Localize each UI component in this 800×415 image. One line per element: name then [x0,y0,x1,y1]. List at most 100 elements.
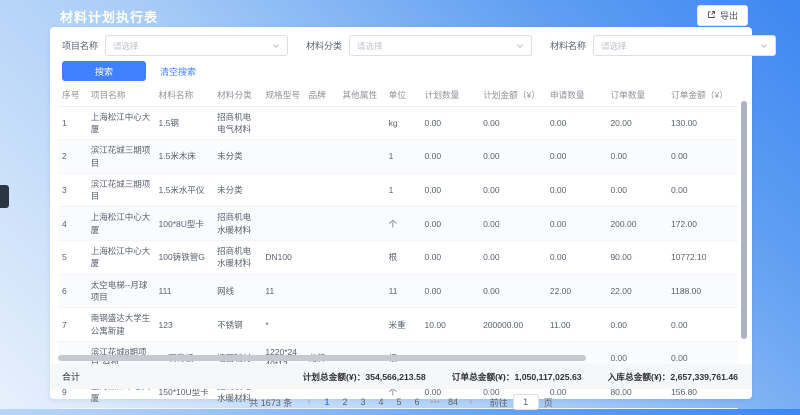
table-cell: 0.00 [479,241,546,275]
pagination-prev-arrow[interactable]: ‹ [304,397,314,408]
chevron-down-icon [760,37,768,55]
table-cell: 未分类 [213,140,261,174]
planned-total-amount: 计划总金额(¥)：354,566,213.58 [303,370,426,383]
table-cell: 0.00 [546,241,607,275]
pagination-page[interactable]: 84 [446,396,460,408]
chevron-down-icon [516,37,524,55]
export-icon [707,10,716,21]
filter-material-category-label: 材料分类 [306,39,342,52]
table-cell: 未分类 [213,173,261,207]
table-cell: 0.00 [546,106,607,140]
table-cell: 11 [385,274,421,308]
table-cell: 0.00 [546,207,607,241]
table-cell: 11.00 [546,308,607,342]
table-cell: 网线 [213,274,261,308]
table-cell: 南钢盛达大学生公寓新建 [87,308,155,342]
page-title: 材料计划执行表 [60,7,158,26]
table-cell: DN100 [261,241,304,275]
table-cell: 招商机电 水暖材料 [213,207,261,241]
vertical-scrollbar[interactable] [741,101,747,339]
sidebar-collapse-handle[interactable] [0,185,9,208]
material-category-select-placeholder: 请选择 [357,40,383,52]
pagination-page[interactable]: 1 [320,396,334,408]
table-cell [261,173,304,207]
pagination-page[interactable]: 5 [392,396,406,408]
table-cell: 10.00 [421,308,480,342]
filter-project: 项目名称 请选择 [62,35,288,56]
search-button[interactable]: 搜索 [62,61,146,81]
pagination-page[interactable]: 4 [374,396,388,408]
table-cell: 0.00 [421,207,480,241]
table-cell: 0.00 [479,106,546,140]
table-cell [304,140,338,174]
table-cell: 1.5米水平仪 [155,173,214,207]
table-cell: 0.00 [606,308,667,342]
goto-label: 前往 [490,396,508,409]
table-cell: 上海松江中心大厦 [87,106,155,140]
pagination-page[interactable]: 3 [356,396,370,408]
column-header: 计划金额（¥） [479,85,546,106]
filter-bar: 项目名称 请选择 材料分类 请选择 材料名称 请选择 [62,35,740,56]
pagination-ellipsis: ••• [428,396,442,408]
table-cell [261,106,304,140]
table-cell: 0.00 [479,207,546,241]
table-cell: 0.00 [606,173,667,207]
pagination-next-arrow[interactable]: › [466,397,476,408]
project-select[interactable]: 请选择 [105,35,288,56]
table-cell: 0.00 [606,140,667,174]
table-cell: 100铸铁管G [155,241,214,275]
table-cell: 5 [58,241,87,275]
material-category-select[interactable]: 请选择 [349,35,532,56]
table-cell [304,173,338,207]
column-header: 计划数量 [421,85,480,106]
content-card: 项目名称 请选择 材料分类 请选择 材料名称 请选择 [50,27,752,399]
material-name-select[interactable]: 请选择 [593,35,776,56]
table-cell: 6 [58,274,87,308]
table-cell: 130.00 [667,106,738,140]
table-cell: 172.00 [667,207,738,241]
summary-bar: 合计 计划总金额(¥)：354,566,213.58 订单总金额(¥)：1,05… [50,364,752,389]
table-cell: 200.00 [606,207,667,241]
column-header: 品牌 [304,85,338,106]
goto-page-input[interactable] [513,394,539,410]
table-cell: 3 [58,173,87,207]
table-cell [304,207,338,241]
material-name-select-placeholder: 请选择 [601,40,627,52]
table-row: 1上海松江中心大厦1.5钢招商机电 电气材料kg0.000.000.0020.0… [58,106,738,140]
table-cell: 0.00 [421,274,480,308]
clear-search-button[interactable]: 清空搜索 [160,65,196,78]
table-cell: 2 [58,140,87,174]
column-header: 序号 [58,85,87,106]
table-cell: kg [385,106,421,140]
filter-actions: 搜索 清空搜索 [62,61,196,81]
table-cell [338,106,384,140]
table-cell: 0.00 [479,173,546,207]
export-label: 导出 [720,9,738,22]
table-row: 3滨江花城三期项目1.5米水平仪未分类10.000.000.000.000.00 [58,173,738,207]
table-cell: 0.00 [421,140,480,174]
table-cell: 4 [58,207,87,241]
pagination-pages: 123456 ••• 84 [320,396,460,408]
pagination-page[interactable]: 2 [338,396,352,408]
table-cell: 100*8U型卡 [155,207,214,241]
table-cell: 个 [385,207,421,241]
order-total-amount: 订单总金额(¥)：1,050,117,025.63 [452,370,582,383]
export-button[interactable]: 导出 [697,5,748,26]
column-header: 项目名称 [87,85,155,106]
goto-unit: 页 [544,396,553,409]
pagination-page[interactable]: 6 [410,396,424,408]
chevron-down-icon [272,37,280,55]
table-cell: 米重 [385,308,421,342]
horizontal-scrollbar[interactable] [58,355,586,361]
column-header: 单位 [385,85,421,106]
table-cell: 滨江花城三期项目 [87,173,155,207]
column-header: 规格型号 [261,85,304,106]
summary-totals: 计划总金额(¥)：354,566,213.58 订单总金额(¥)：1,050,1… [303,370,740,383]
table-cell: 7 [58,308,87,342]
table-cell: 0.00 [421,173,480,207]
table-cell [261,140,304,174]
table-cell: 滨江花城三期项目 [87,140,155,174]
column-header: 申请数量 [546,85,607,106]
table-cell [304,106,338,140]
table-cell: * [261,308,304,342]
